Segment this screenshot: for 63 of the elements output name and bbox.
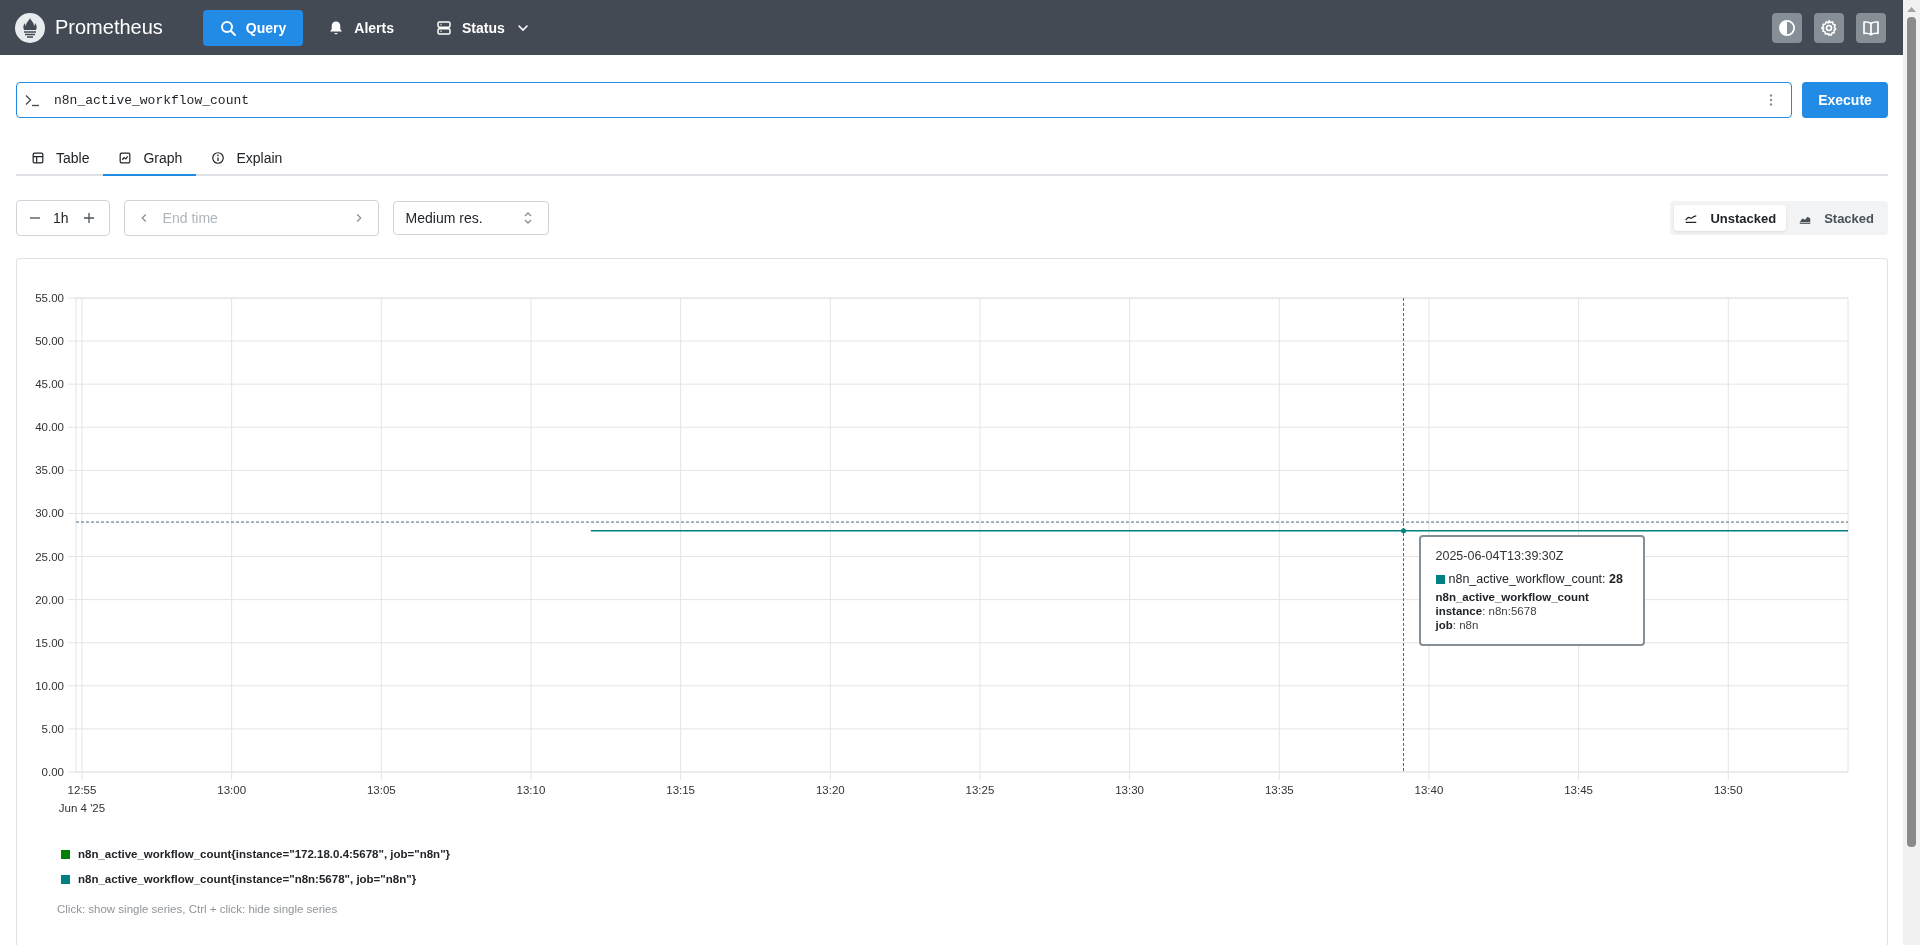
search-icon [219, 19, 236, 36]
settings-button[interactable] [1814, 12, 1844, 43]
legend-item[interactable]: n8n_active_workflow_count{instance="172.18.0.4:5678", job="n8n"} [61, 848, 1887, 860]
hover-point [1401, 528, 1406, 534]
x-axis-label: 13:35 [1264, 784, 1294, 796]
settings-icon [1820, 18, 1838, 37]
tooltip-metric: n8n_active_workflow_count [1435, 591, 1590, 604]
y-axis-label: 15.00 [35, 636, 64, 649]
resolution-select[interactable]: Medium res. [392, 201, 549, 235]
view-tab[interactable]: Explain [196, 142, 297, 176]
view-tab[interactable]: Table [16, 142, 104, 176]
y-axis-label: 10.00 [35, 679, 64, 692]
tooltip-label: instance: n8n:5678 [1435, 605, 1538, 618]
x-axis-label: 13:00 [217, 784, 247, 796]
documentation-button[interactable] [1856, 12, 1886, 43]
contrast-icon [1778, 18, 1796, 37]
tooltip-label: job: n8n [1435, 619, 1480, 632]
table-icon [31, 151, 45, 165]
book-icon [1862, 18, 1880, 37]
y-axis-label: 45.00 [35, 378, 64, 391]
legend-hint: Click: show single series, Ctrl + click: hide single series [57, 903, 339, 915]
brand-name: Prometheus [55, 16, 163, 39]
x-axis-label: 13:45 [1564, 784, 1593, 796]
query-input-field[interactable]: n8n_active_workflow_count [16, 82, 1792, 118]
y-axis-label: 50.00 [35, 335, 64, 348]
y-axis-label: 40.00 [35, 421, 64, 434]
y-axis-label: 30.00 [35, 507, 64, 520]
date-label: Jun 4 '25 [58, 802, 106, 814]
y-axis-label: 55.00 [35, 292, 64, 304]
server-icon [436, 19, 452, 36]
nav-link[interactable]: Query [202, 9, 304, 46]
x-axis-label: 13:20 [815, 784, 845, 796]
bell-icon [328, 19, 345, 36]
scrollbar[interactable] [1903, 0, 1920, 945]
execute-button[interactable]: Execute [1802, 82, 1888, 118]
x-axis-label: 13:30 [1115, 784, 1144, 796]
y-axis-label: 20.00 [35, 593, 64, 606]
terminal-prompt-icon [24, 92, 40, 108]
tooltip-time: 2025-06-04T13:39:30Z [1435, 549, 1565, 564]
y-axis-label: 0.00 [41, 766, 64, 778]
range-value: 1h [52, 210, 70, 226]
x-axis-label: 13:25 [965, 784, 995, 796]
x-axis-label: 13:50 [1713, 784, 1743, 796]
x-axis-label: 13:40 [1414, 784, 1444, 796]
x-axis-label: 13:05 [366, 784, 396, 796]
minus-icon [29, 217, 41, 219]
info-icon [211, 151, 226, 165]
x-axis-label: 13:15 [666, 784, 696, 796]
x-axis-label: 13:10 [516, 784, 546, 796]
stack-mode-option[interactable]: Stacked [1788, 205, 1884, 231]
legend-item[interactable]: n8n_active_workflow_count{instance="n8n:5678", job="n8n"} [61, 873, 1887, 885]
y-axis-label: 25.00 [35, 550, 64, 563]
flame-logo-icon [15, 12, 45, 43]
chart-icon [118, 151, 133, 165]
y-axis-label: 5.00 [41, 722, 64, 735]
nav-link[interactable]: Status [419, 9, 548, 46]
y-axis-label: 35.00 [35, 464, 64, 477]
nav-link[interactable]: Alerts [311, 9, 411, 46]
x-axis-label: 12:55 [67, 784, 97, 796]
view-tab[interactable]: Graph [103, 142, 197, 176]
stack-mode-option[interactable]: Unstacked [1674, 205, 1787, 231]
tooltip-value: n8n_active_workflow_count: 28 [1448, 572, 1623, 587]
theme-toggle-button[interactable] [1772, 12, 1802, 43]
